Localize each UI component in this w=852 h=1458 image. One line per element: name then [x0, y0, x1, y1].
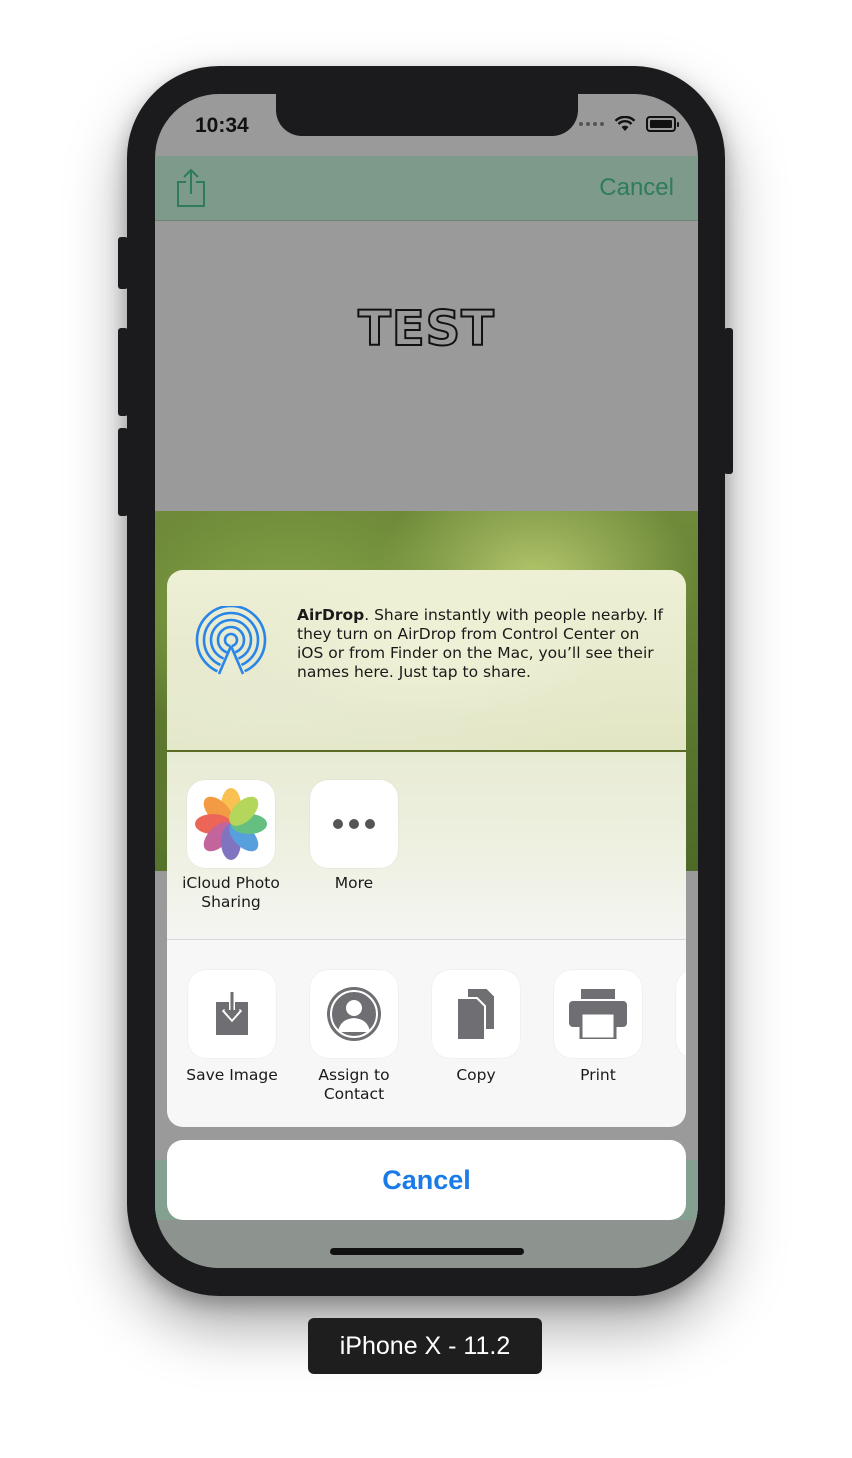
partial-action-button[interactable]	[676, 970, 686, 1058]
home-indicator[interactable]	[330, 1248, 524, 1255]
airdrop-section: AirDrop. Share instantly with people nea…	[167, 570, 686, 752]
save-image-icon	[216, 992, 248, 1035]
airdrop-icon[interactable]	[193, 604, 269, 687]
status-time: 10:34	[195, 114, 249, 137]
battery-icon	[646, 116, 679, 132]
action-label: Sa	[655, 1066, 686, 1085]
save-image-button[interactable]	[188, 970, 276, 1058]
action-label: Save Image	[186, 1066, 278, 1084]
share-icon[interactable]	[175, 168, 207, 213]
power-button	[724, 328, 733, 474]
more-apps-button[interactable]	[310, 780, 398, 868]
icloud-photo-sharing-button[interactable]	[187, 780, 275, 868]
action-label: Copy	[456, 1066, 496, 1084]
action-label: Assign to Contact	[318, 1066, 390, 1103]
volume-up-button	[118, 328, 128, 416]
wifi-icon	[614, 116, 636, 131]
actions-row: Save Image Assign to Contact Copy Print	[167, 940, 686, 1127]
content-area: TEST	[155, 221, 698, 511]
app-label: More	[334, 874, 374, 892]
print-button[interactable]	[554, 970, 642, 1058]
navigation-bar: Cancel	[155, 156, 698, 221]
share-sheet: AirDrop. Share instantly with people nea…	[167, 570, 686, 1127]
airdrop-description: AirDrop. Share instantly with people nea…	[297, 606, 667, 682]
contact-icon	[327, 987, 381, 1041]
airdrop-title: AirDrop	[297, 606, 365, 624]
status-indicators	[579, 116, 679, 132]
volume-down-button	[118, 428, 128, 516]
more-icon	[333, 819, 375, 829]
assign-to-contact-button[interactable]	[310, 970, 398, 1058]
signal-icon	[579, 122, 604, 126]
sheet-cancel-button[interactable]: Cancel	[167, 1140, 686, 1220]
action-label: Print	[580, 1066, 616, 1084]
notch	[276, 94, 578, 136]
copy-icon	[456, 987, 496, 1041]
copy-button[interactable]	[432, 970, 520, 1058]
screen: TEST Cancel 10:34 AirDrop. Share instant…	[155, 94, 698, 1268]
photos-icon	[195, 788, 267, 860]
mute-switch	[118, 237, 128, 289]
test-title: TEST	[357, 300, 495, 358]
nav-cancel-button[interactable]: Cancel	[599, 174, 674, 202]
app-label: iCloud Photo Sharing	[182, 874, 280, 911]
print-icon	[569, 989, 627, 1039]
device-label: iPhone X - 11.2	[308, 1318, 542, 1374]
apps-row: iCloud Photo Sharing More	[167, 752, 686, 940]
